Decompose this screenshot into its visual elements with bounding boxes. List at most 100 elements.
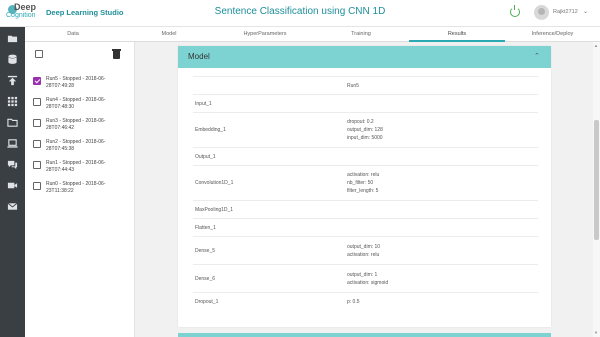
param-text: input_dim: 5000 <box>347 135 383 141</box>
tab-hyperparameters[interactable]: HyperParameters <box>217 27 313 42</box>
layer-params: p: 0.5 <box>345 292 538 311</box>
table-row: MaxPooling1D_1 <box>193 200 538 219</box>
run-checkbox[interactable] <box>33 182 41 190</box>
param-text: output_dim: 128 <box>347 127 383 133</box>
layer-name: Convolution1D_1 <box>193 165 345 201</box>
run-checkbox[interactable] <box>33 161 41 169</box>
card-title: Model <box>188 52 210 61</box>
tab-bar: Data Model HyperParameters Training Resu… <box>25 27 600 42</box>
run-checkbox[interactable] <box>33 98 41 106</box>
table-row: Convolution1D_1 activation: relu nb_filt… <box>193 165 538 201</box>
username[interactable]: Rajkt2712 <box>553 9 578 15</box>
param-text: nb_filter: 50 <box>347 180 374 186</box>
select-all-checkbox[interactable] <box>35 50 43 58</box>
upload-icon[interactable] <box>7 75 18 86</box>
run-label: Run1 - Stopped - 2018-06-28T07:44:43 <box>46 160 106 173</box>
table-row: Input_1 <box>193 94 538 113</box>
model-card-header[interactable]: Model ⌃ <box>178 46 551 68</box>
chat-icon[interactable] <box>7 159 18 170</box>
results-main: Model ⌃ Run5 Input_1 Embedding_1 dropout… <box>135 42 593 337</box>
run-label: Run2 - Stopped - 2018-06-28T07:45:38 <box>46 139 106 152</box>
studio-name: Deep Learning Studio <box>46 8 124 17</box>
layer-name: Dense_6 <box>193 264 345 293</box>
logo-text-bottom: Cognition <box>6 12 36 19</box>
layer-name: Embedding_1 <box>193 112 345 148</box>
sidebar <box>0 27 25 337</box>
param-text: p: 0.5 <box>347 298 360 305</box>
folder-icon[interactable] <box>7 117 18 128</box>
param-text: filter_length: 5 <box>347 188 379 194</box>
next-card-header[interactable] <box>178 333 551 337</box>
model-layers-table: Run5 Input_1 Embedding_1 dropout: 0.2 ou… <box>193 76 538 311</box>
runs-panel: Run5 - Stopped - 2018-06-28T07:49:28 Run… <box>25 42 135 337</box>
laptop-icon[interactable] <box>7 138 18 149</box>
layer-column-header <box>193 76 345 95</box>
scroll-down-icon[interactable]: ▼ <box>594 330 598 335</box>
table-row: Dense_6 output_dim: 1 activation: sigmoi… <box>193 264 538 293</box>
table-row: Output_1 <box>193 147 538 166</box>
run-checkbox[interactable] <box>33 119 41 127</box>
avatar[interactable] <box>534 5 549 20</box>
run-item[interactable]: Run0 - Stopped - 2018-06-23T11:38:22 <box>33 180 133 200</box>
table-row: Embedding_1 dropout: 0.2 output_dim: 128… <box>193 112 538 148</box>
folder-plus-icon[interactable] <box>7 33 18 44</box>
run-item[interactable]: Run2 - Stopped - 2018-06-28T07:45:38 <box>33 138 133 158</box>
tab-results[interactable]: Results <box>409 27 505 42</box>
run-label: Run5 - Stopped - 2018-06-28T07:49:28 <box>46 76 106 89</box>
grid-icon[interactable] <box>7 96 18 107</box>
scrollbar[interactable]: ▲ ▼ <box>593 42 600 337</box>
run-item[interactable]: Run5 - Stopped - 2018-06-28T07:49:28 <box>33 75 133 95</box>
database-icon[interactable] <box>7 54 18 65</box>
table-row: Dense_5 output_dim: 10 activation: relu <box>193 236 538 265</box>
layer-name: Dropout_1 <box>193 292 345 311</box>
page-title: Sentence Classification using CNN 1D <box>214 6 386 17</box>
layer-name: Flatten_1 <box>193 218 345 237</box>
run-item[interactable]: Run4 - Stopped - 2018-06-28T07:48:30 <box>33 96 133 116</box>
layer-params: output_dim: 1 activation: sigmoid <box>345 264 538 293</box>
layer-params <box>345 94 538 113</box>
scroll-up-icon[interactable]: ▲ <box>594 43 598 48</box>
run-label: Run3 - Stopped - 2018-06-28T07:46:42 <box>46 118 106 131</box>
run-checkbox[interactable] <box>33 140 41 148</box>
tab-training[interactable]: Training <box>313 27 409 42</box>
layer-params <box>345 200 538 219</box>
table-row: Flatten_1 <box>193 218 538 237</box>
table-row: Dropout_1 p: 0.5 <box>193 292 538 311</box>
top-header: Deep Cognition Deep Learning Studio Sent… <box>0 0 600 27</box>
layer-name: Output_1 <box>193 147 345 166</box>
video-icon[interactable] <box>7 180 18 191</box>
run-label: Run0 - Stopped - 2018-06-23T11:38:22 <box>46 181 106 194</box>
run-item[interactable]: Run3 - Stopped - 2018-06-28T07:46:42 <box>33 117 133 137</box>
run-column-header: Run5 <box>345 76 538 95</box>
layer-name: MaxPooling1D_1 <box>193 200 345 219</box>
tab-model[interactable]: Model <box>121 27 217 42</box>
param-text: activation: relu <box>347 251 380 258</box>
param-text: output_dim: 1 <box>347 271 378 278</box>
model-card: Model ⌃ Run5 Input_1 Embedding_1 dropout… <box>178 46 551 327</box>
param-text: activation: relu <box>347 172 380 178</box>
power-icon[interactable] <box>510 5 520 17</box>
param-text: dropout: 0.2 <box>347 119 374 125</box>
scroll-thumb[interactable] <box>594 120 599 240</box>
logo[interactable]: Deep Cognition <box>4 2 44 24</box>
logo-text-top: Deep <box>14 2 37 12</box>
param-text: output_dim: 10 <box>347 243 381 250</box>
mail-icon[interactable] <box>7 201 18 212</box>
chevron-down-icon[interactable]: ⌄ <box>583 8 588 15</box>
layer-params: output_dim: 10 activation: relu <box>345 236 538 265</box>
tab-inference-deploy[interactable]: Inference/Deploy <box>505 27 600 42</box>
layer-params: dropout: 0.2 output_dim: 128 input_dim: … <box>345 112 538 148</box>
layer-params <box>345 218 538 237</box>
layer-name: Input_1 <box>193 94 345 113</box>
layer-name: Dense_5 <box>193 236 345 265</box>
trash-icon[interactable] <box>112 49 121 59</box>
run-label: Run4 - Stopped - 2018-06-28T07:48:30 <box>46 97 106 110</box>
param-text: activation: sigmoid <box>347 279 389 286</box>
run-item[interactable]: Run1 - Stopped - 2018-06-28T07:44:43 <box>33 159 133 179</box>
chevron-up-icon[interactable]: ⌃ <box>534 52 540 60</box>
layer-params: activation: relu nb_filter: 50 filter_le… <box>345 165 538 201</box>
table-header-row: Run5 <box>193 76 538 95</box>
tab-data[interactable]: Data <box>25 27 121 42</box>
run-checkbox[interactable] <box>33 77 41 85</box>
layer-params <box>345 147 538 166</box>
